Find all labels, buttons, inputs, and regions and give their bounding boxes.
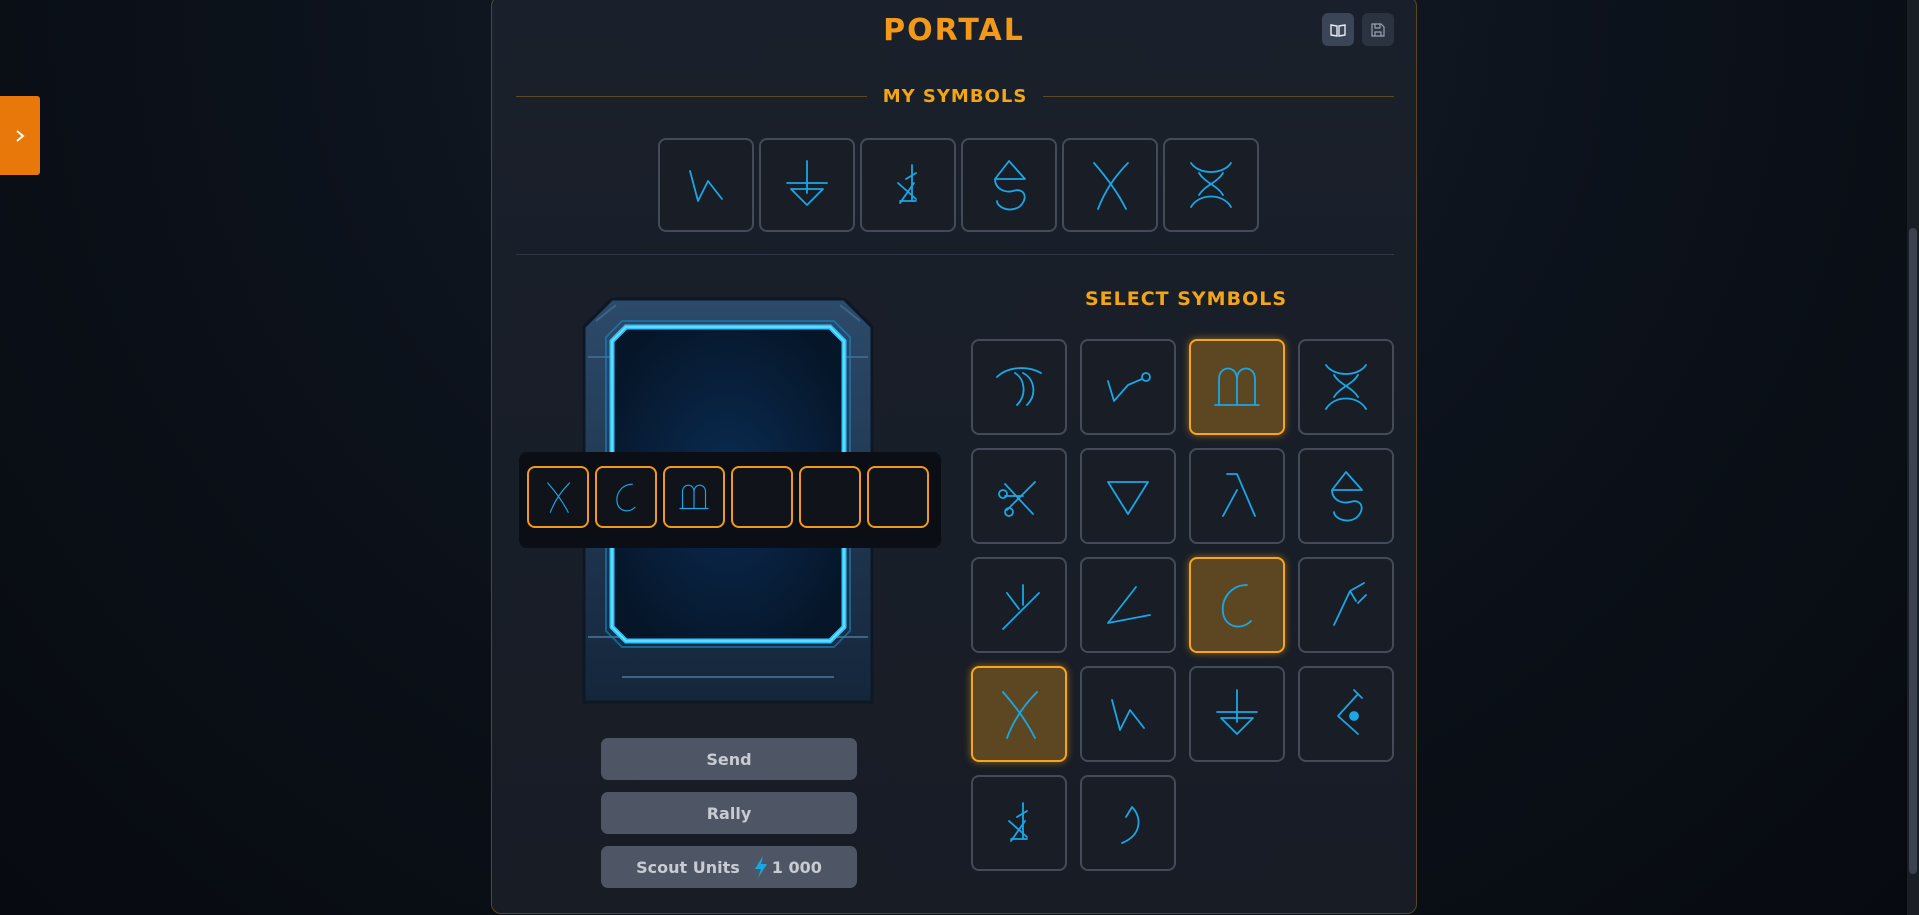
symbol-button-omega-m[interactable]	[1189, 339, 1285, 435]
select-symbols-title: SELECT SYMBOLS	[1084, 288, 1288, 310]
open-circle-icon	[1221, 584, 1252, 628]
symbol-button-hook[interactable]	[1080, 775, 1176, 871]
rally-button[interactable]: Rally	[601, 792, 857, 834]
symbol-button-open-circle[interactable]	[1189, 557, 1285, 653]
my-symbols-row	[658, 138, 1259, 232]
codex-button[interactable]	[1322, 13, 1354, 46]
my-symbol-down-arrow[interactable]	[759, 138, 855, 232]
symbol-button-drop-loop[interactable]	[1298, 448, 1394, 544]
symbol-button-x-curve[interactable]	[971, 666, 1067, 762]
branch-node-icon	[1107, 372, 1151, 402]
page-title: PORTAL	[883, 13, 1025, 48]
x-curve-icon	[547, 482, 571, 513]
triangle-down-icon	[1107, 481, 1149, 515]
scrollbar[interactable]	[1907, 0, 1919, 915]
arrow-cross-icon	[1008, 802, 1028, 842]
symbol-button-triangle-down[interactable]	[1080, 448, 1176, 544]
f-rune-icon	[1333, 582, 1367, 626]
symbol-grid	[971, 339, 1394, 871]
drop-loop-icon	[1331, 471, 1363, 522]
open-circle-icon	[616, 483, 636, 512]
portal-code-bar	[519, 452, 941, 548]
code-slot[interactable]	[731, 466, 793, 528]
zigzag-icon	[689, 170, 723, 202]
symbol-button-f-rune[interactable]	[1298, 557, 1394, 653]
lightning-icon	[752, 855, 770, 879]
symbol-button-zigzag[interactable]	[1080, 666, 1176, 762]
portal-panel: PORTAL MY SYMBOLS SELECT SYMBOLS Send Ra…	[491, 0, 1417, 914]
code-slot[interactable]	[595, 466, 657, 528]
chevron-right-icon	[16, 129, 25, 142]
symbol-button-arrow-dot[interactable]	[1298, 666, 1394, 762]
zigzag-icon	[1111, 699, 1145, 731]
my-symbols-header: MY SYMBOLS	[516, 85, 1395, 107]
code-slot[interactable]	[867, 466, 929, 528]
hourglass-curve-icon	[1190, 162, 1232, 208]
omega-m-icon	[679, 484, 709, 510]
save-icon	[1371, 22, 1385, 37]
my-symbol-x-curve[interactable]	[1062, 138, 1158, 232]
my-symbol-hourglass-curve[interactable]	[1163, 138, 1259, 232]
my-symbol-zigzag[interactable]	[658, 138, 754, 232]
double-arc-icon	[996, 367, 1042, 406]
symbol-button-cross-nodes[interactable]	[971, 448, 1067, 544]
scout-units-button[interactable]: Scout Units 1 000	[601, 846, 857, 888]
sidebar-toggle-button[interactable]	[0, 96, 40, 175]
save-button[interactable]	[1362, 13, 1394, 46]
symbol-button-angle[interactable]	[1080, 557, 1176, 653]
symbol-button-lambda[interactable]	[1189, 448, 1285, 544]
my-symbol-drop-loop[interactable]	[961, 138, 1057, 232]
angle-icon	[1107, 586, 1151, 624]
symbol-button-hourglass-curve[interactable]	[1298, 339, 1394, 435]
omega-m-icon	[1214, 367, 1260, 406]
x-curve-icon	[1093, 162, 1129, 210]
down-arrow-icon	[786, 160, 828, 206]
hourglass-curve-icon	[1325, 364, 1367, 410]
arrow-dot-icon	[1337, 689, 1363, 735]
symbol-button-down-arrow[interactable]	[1189, 666, 1285, 762]
drop-loop-icon	[994, 160, 1026, 211]
my-symbol-arrow-cross[interactable]	[860, 138, 956, 232]
scout-units-cost: 1 000	[771, 857, 822, 877]
symbol-button-double-arc[interactable]	[971, 339, 1067, 435]
code-slot[interactable]	[527, 466, 589, 528]
scout-units-label: Scout Units	[636, 857, 740, 877]
symbol-button-y-fork[interactable]	[971, 557, 1067, 653]
hook-icon	[1121, 806, 1140, 844]
cross-nodes-icon	[998, 481, 1036, 517]
my-symbols-title: MY SYMBOLS	[882, 85, 1028, 107]
scrollbar-thumb[interactable]	[1909, 228, 1917, 874]
x-curve-icon	[1002, 691, 1038, 739]
symbol-button-arrow-cross[interactable]	[971, 775, 1067, 871]
lambda-icon	[1222, 473, 1256, 517]
down-arrow-icon	[1216, 689, 1258, 735]
code-slot[interactable]	[663, 466, 725, 528]
divider	[516, 254, 1394, 255]
code-slot[interactable]	[799, 466, 861, 528]
arrow-cross-icon	[897, 164, 917, 204]
book-icon	[1330, 23, 1346, 37]
y-fork-icon	[1002, 584, 1040, 630]
send-button[interactable]: Send	[601, 738, 857, 780]
symbol-button-branch-node[interactable]	[1080, 339, 1176, 435]
